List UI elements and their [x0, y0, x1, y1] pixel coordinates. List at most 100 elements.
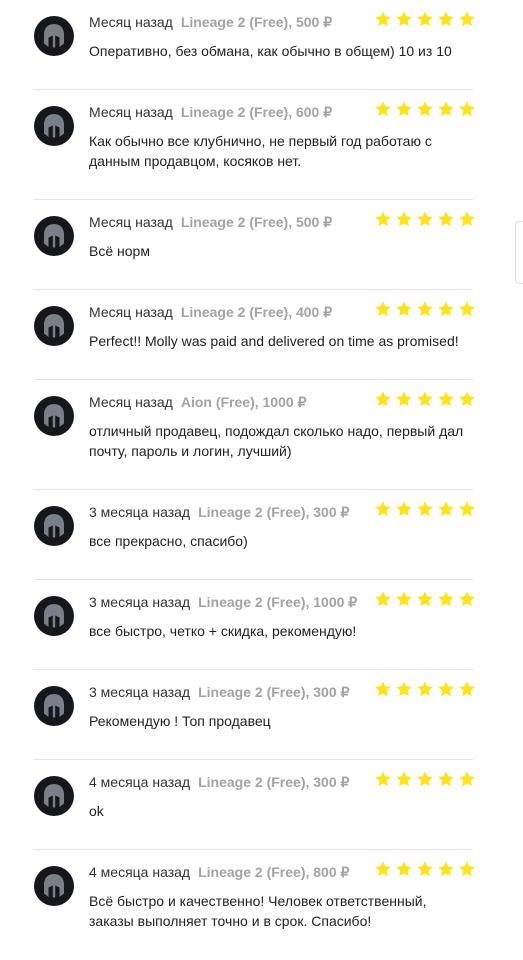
star-icon [417, 301, 433, 317]
rating-stars [374, 500, 475, 520]
review-meta: Месяц назад Lineage 2 (Free), 600 ₽ [89, 103, 332, 121]
star-icon [396, 301, 412, 317]
star-icon [438, 391, 454, 407]
star-icon [438, 771, 454, 787]
review-meta: Месяц назад Lineage 2 (Free), 500 ₽ [89, 13, 332, 31]
review-meta: Месяц назад Lineage 2 (Free), 500 ₽ [89, 213, 332, 231]
helmet-icon [44, 514, 64, 538]
review-item: 4 месяца назад Lineage 2 (Free), 300 ₽ ok [0, 760, 523, 850]
review-date: Месяц назад [89, 104, 173, 120]
review-game-link[interactable]: Lineage 2 (Free), 300 ₽ [198, 504, 349, 520]
review-text: Как обычно все клубнично, не первый год … [89, 133, 432, 169]
rating-stars [374, 680, 475, 700]
rating-stars [374, 210, 475, 230]
star-icon [417, 681, 433, 697]
review-game-link[interactable]: Lineage 2 (Free), 600 ₽ [181, 104, 332, 120]
star-icon [396, 681, 412, 697]
review-date: Месяц назад [89, 14, 173, 30]
review-text: Всё быстро и качественно! Человек ответс… [89, 893, 427, 929]
review-date: 3 месяца назад [89, 684, 191, 700]
rating-stars [374, 860, 475, 880]
star-icon [459, 101, 475, 117]
review-item: 3 месяца назад Lineage 2 (Free), 1000 ₽ в… [0, 580, 523, 670]
review-text: Perfect!! Molly was paid and delivered o… [89, 333, 459, 349]
review-date: Месяц назад [89, 214, 173, 230]
star-icon [396, 591, 412, 607]
review-item: 4 месяца назад Lineage 2 (Free), 800 ₽ Вс… [0, 850, 523, 960]
star-icon [438, 211, 454, 227]
helmet-icon [44, 874, 64, 898]
star-icon [459, 391, 475, 407]
helmet-icon [44, 314, 64, 338]
avatar[interactable] [34, 396, 74, 436]
avatar[interactable] [34, 106, 74, 146]
review-item: 3 месяца назад Lineage 2 (Free), 300 ₽ Ре… [0, 670, 523, 760]
review-game-link[interactable]: Lineage 2 (Free), 300 ₽ [198, 684, 349, 700]
star-icon [375, 211, 391, 227]
review-meta: Месяц назад Aion (Free), 1000 ₽ [89, 393, 306, 411]
star-icon [417, 211, 433, 227]
review-item: Месяц назад Lineage 2 (Free), 400 ₽ Perfe… [0, 290, 523, 380]
star-icon [396, 771, 412, 787]
review-meta: 4 месяца назад Lineage 2 (Free), 300 ₽ [89, 773, 349, 791]
review-item: Месяц назад Aion (Free), 1000 ₽ отличный … [0, 380, 523, 490]
helmet-icon [44, 24, 64, 48]
review-meta: 3 месяца назад Lineage 2 (Free), 300 ₽ [89, 683, 349, 701]
review-item: Месяц назад Lineage 2 (Free), 500 ₽ Опера… [0, 0, 523, 90]
star-icon [417, 391, 433, 407]
helmet-icon [44, 604, 64, 628]
review-game-link[interactable]: Lineage 2 (Free), 500 ₽ [181, 14, 332, 30]
star-icon [396, 211, 412, 227]
rating-stars [374, 590, 475, 610]
review-text: Всё норм [89, 243, 150, 259]
star-icon [438, 11, 454, 27]
star-icon [375, 771, 391, 787]
star-icon [459, 861, 475, 877]
avatar[interactable] [34, 596, 74, 636]
avatar[interactable] [34, 866, 74, 906]
star-icon [396, 501, 412, 517]
review-meta: 3 месяца назад Lineage 2 (Free), 1000 ₽ [89, 593, 357, 611]
star-icon [375, 501, 391, 517]
avatar[interactable] [34, 216, 74, 256]
star-icon [459, 211, 475, 227]
star-icon [375, 861, 391, 877]
star-icon [396, 11, 412, 27]
star-icon [375, 301, 391, 317]
review-game-link[interactable]: Lineage 2 (Free), 800 ₽ [198, 864, 349, 880]
review-meta: 4 месяца назад Lineage 2 (Free), 800 ₽ [89, 863, 349, 881]
rating-stars [374, 390, 475, 410]
avatar[interactable] [34, 306, 74, 346]
review-date: 3 месяца назад [89, 594, 191, 610]
review-text: Рекомендую ! Топ продавец [89, 713, 271, 729]
star-icon [459, 681, 475, 697]
review-date: 4 месяца назад [89, 774, 191, 790]
star-icon [417, 771, 433, 787]
avatar[interactable] [34, 776, 74, 816]
review-meta: 3 месяца назад Lineage 2 (Free), 300 ₽ [89, 503, 349, 521]
review-game-link[interactable]: Lineage 2 (Free), 300 ₽ [198, 774, 349, 790]
star-icon [459, 501, 475, 517]
review-date: 4 месяца назад [89, 864, 191, 880]
star-icon [438, 301, 454, 317]
star-icon [438, 681, 454, 697]
review-game-link[interactable]: Lineage 2 (Free), 1000 ₽ [198, 594, 357, 610]
star-icon [438, 101, 454, 117]
review-game-link[interactable]: Lineage 2 (Free), 500 ₽ [181, 214, 332, 230]
star-icon [375, 391, 391, 407]
review-text: все прекрасно, спасибо) [89, 533, 248, 549]
star-icon [375, 11, 391, 27]
review-game-link[interactable]: Aion (Free), 1000 ₽ [181, 394, 307, 410]
helmet-icon [44, 114, 64, 138]
star-icon [459, 771, 475, 787]
star-icon [459, 591, 475, 607]
review-game-link[interactable]: Lineage 2 (Free), 400 ₽ [181, 304, 332, 320]
star-icon [375, 681, 391, 697]
star-icon [396, 101, 412, 117]
avatar[interactable] [34, 506, 74, 546]
review-text: отличный продавец, подождал сколько надо… [89, 423, 464, 459]
avatar[interactable] [34, 16, 74, 56]
avatar[interactable] [34, 686, 74, 726]
star-icon [396, 391, 412, 407]
rating-stars [374, 10, 475, 30]
